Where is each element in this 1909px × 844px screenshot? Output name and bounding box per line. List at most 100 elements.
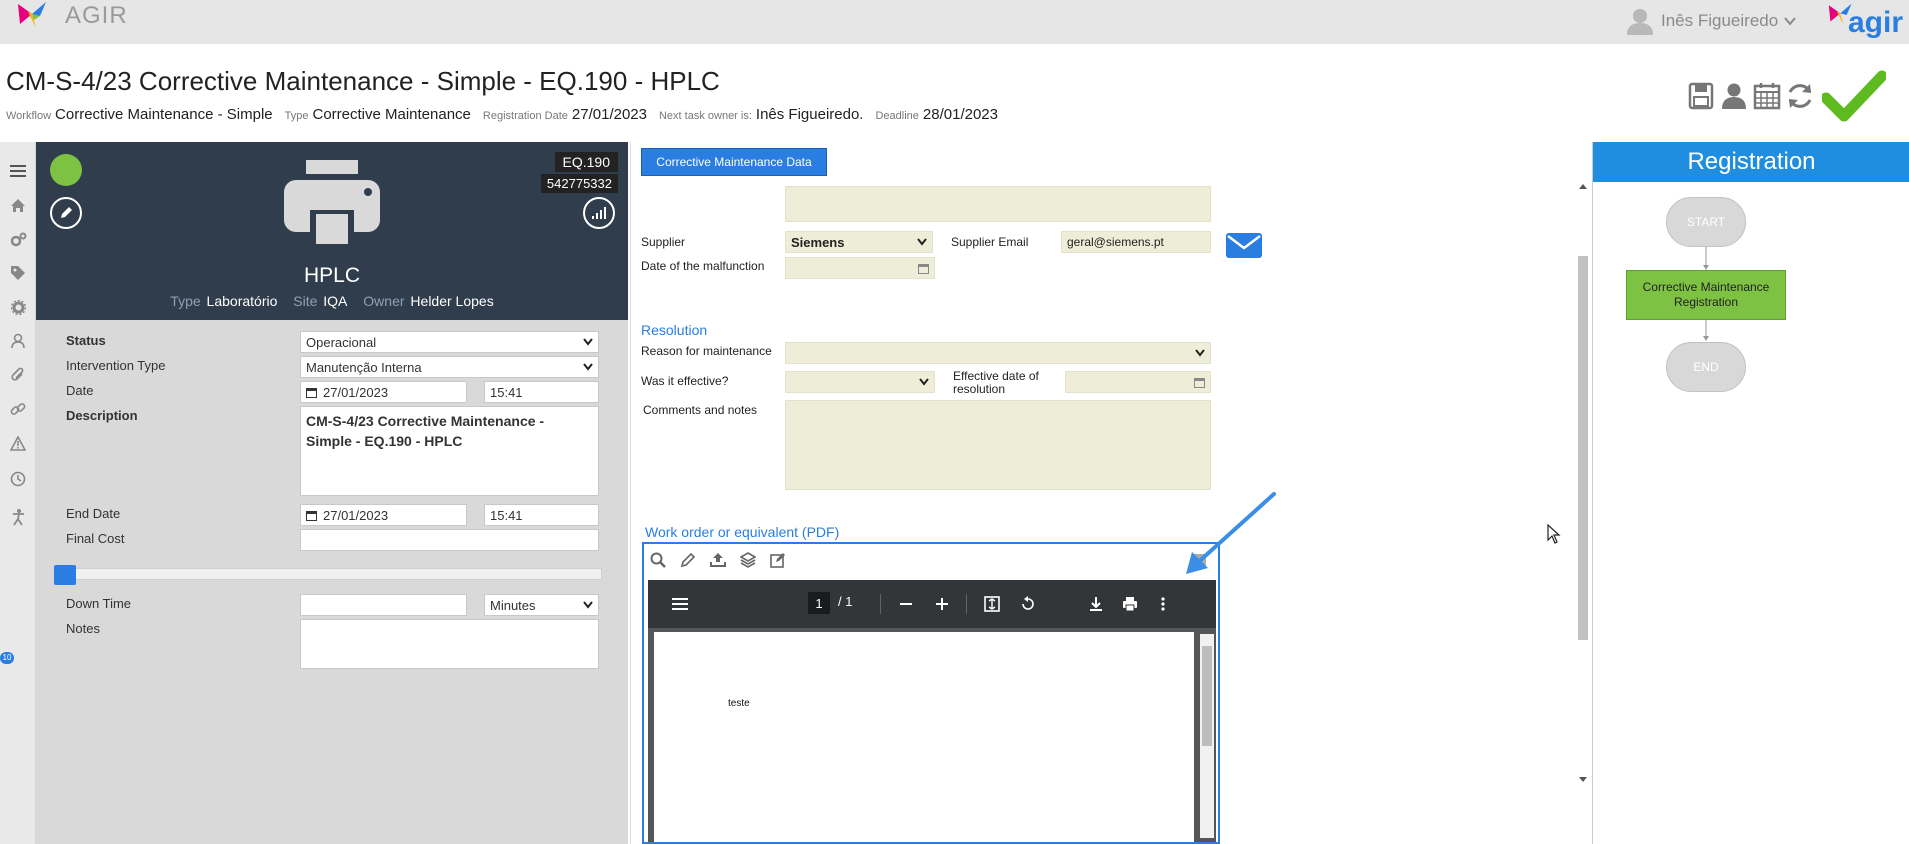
pdf-layers-button[interactable] <box>738 550 758 570</box>
status-select[interactable]: Operacional <box>300 331 599 353</box>
warning-icon <box>10 435 26 451</box>
time-input[interactable]: 15:41 <box>484 381 599 403</box>
nav-settings[interactable] <box>7 296 29 318</box>
equipment-serial: 542775332 <box>540 174 618 193</box>
slider-handle[interactable] <box>54 565 76 585</box>
pdf-annotate-button[interactable] <box>768 550 788 570</box>
notes-label: Notes <box>66 621 100 636</box>
search-icon <box>650 552 666 568</box>
pdf-rotate-button[interactable] <box>1016 592 1040 616</box>
equipment-owner-value: Helder Lopes <box>410 293 494 309</box>
gears-icon <box>10 232 26 246</box>
workflow-step-registration[interactable]: Corrective Maintenance Registration <box>1626 270 1786 320</box>
supplier-select[interactable]: Siemens <box>785 231 933 253</box>
nav-attachments[interactable] <box>7 364 29 386</box>
supplier-label: Supplier <box>641 235 686 249</box>
reason-select[interactable] <box>785 342 1211 364</box>
pdf-edit-button[interactable] <box>678 550 698 570</box>
calendar-icon <box>1194 377 1205 388</box>
final-cost-input[interactable] <box>300 529 599 551</box>
pdf-sidebar-toggle[interactable] <box>668 592 692 616</box>
pdf-fit-page-button[interactable] <box>980 592 1004 616</box>
date-input[interactable]: 27/01/2023 <box>300 381 467 403</box>
home-icon <box>11 198 25 212</box>
tab-corrective-maintenance-data[interactable]: Corrective Maintenance Data <box>641 148 827 176</box>
panel-scrollbar-thumb[interactable] <box>1578 256 1588 640</box>
effective-select[interactable] <box>785 371 935 393</box>
user-menu[interactable]: Inês Figueiredo <box>1625 7 1796 35</box>
supplier-email-value: geral@siemens.pt <box>1067 235 1164 249</box>
down-time-input[interactable] <box>300 594 467 616</box>
refresh-button[interactable] <box>1785 79 1815 113</box>
pdf-document-area: teste <box>648 628 1216 842</box>
workflow-end-node[interactable]: END <box>1666 342 1746 392</box>
user-avatar-icon <box>1627 9 1653 35</box>
chevron-down-icon <box>583 601 593 609</box>
chevron-down-icon <box>1784 17 1796 26</box>
end-time-input[interactable]: 15:41 <box>484 504 599 526</box>
end-date-label: End Date <box>66 506 121 521</box>
pdf-search-button[interactable] <box>648 550 668 570</box>
calendar-button[interactable] <box>1752 79 1782 113</box>
calendar-icon <box>1753 83 1781 110</box>
agir-bird-logo[interactable] <box>16 0 50 32</box>
pdf-toolbar: 1 / 1 <box>648 580 1216 628</box>
intervention-type-select[interactable]: Manutenção Interna <box>300 356 599 378</box>
pdf-more-button[interactable] <box>1151 592 1175 616</box>
nav-warnings[interactable] <box>7 432 29 454</box>
effective-date-input[interactable] <box>1065 371 1211 393</box>
meta-value-deadline: 28/01/2023 <box>922 106 998 123</box>
workflow-start-node[interactable]: START <box>1666 197 1746 247</box>
envelope-icon[interactable] <box>1224 230 1264 260</box>
contacts-icon <box>11 333 25 349</box>
pdf-page-input[interactable]: 1 <box>808 592 830 614</box>
effective-date-label: Effective date of resolution <box>953 369 1039 396</box>
assign-user-button[interactable] <box>1719 79 1749 113</box>
pdf-download-button[interactable] <box>1084 592 1108 616</box>
save-button[interactable] <box>1686 79 1716 113</box>
equipment-owner-label: Owner <box>363 293 405 309</box>
nav-accessibility[interactable] <box>7 506 29 528</box>
malfunction-date-input[interactable] <box>785 257 935 279</box>
description-textarea[interactable]: CM-S-4/23 Corrective Maintenance - Simpl… <box>300 406 599 496</box>
meta-value-next-owner: Inês Figueiredo. <box>755 106 864 123</box>
more-vertical-icon <box>1161 597 1165 611</box>
nav-home[interactable] <box>7 194 29 216</box>
print-icon <box>1123 597 1137 612</box>
equipment-code: EQ.190 <box>554 152 618 172</box>
equipment-metrics-button[interactable] <box>583 197 615 229</box>
panel-scrollbar[interactable] <box>1576 182 1590 842</box>
nav-history[interactable] <box>7 468 29 490</box>
supplier-email-input[interactable]: geral@siemens.pt <box>1061 231 1211 253</box>
chevron-down-icon <box>583 363 593 371</box>
top-text-field[interactable] <box>785 186 1211 222</box>
equipment-info: Type Laboratório Site IQA Owner Helder L… <box>36 293 628 309</box>
meta-value-type: Corrective Maintenance <box>312 106 471 123</box>
signal-bars-icon <box>592 207 606 219</box>
comments-textarea[interactable] <box>785 400 1211 490</box>
end-date-input[interactable]: 27/01/2023 <box>300 504 467 526</box>
top-bar: AGIR Inês Figueiredo agir <box>0 0 1909 44</box>
nav-menu[interactable] <box>7 160 29 182</box>
edit-equipment-button[interactable] <box>50 197 82 229</box>
pdf-zoom-out-button[interactable] <box>894 592 918 616</box>
pdf-print-button[interactable] <box>1118 592 1142 616</box>
checkmark-icon[interactable] <box>1822 70 1886 122</box>
pdf-zoom-in-button[interactable] <box>930 592 954 616</box>
pdf-scrollbar[interactable] <box>1200 634 1214 838</box>
equipment-status-indicator <box>50 154 82 186</box>
nav-tags[interactable] <box>7 262 29 284</box>
nav-equipment[interactable] <box>7 228 29 250</box>
calendar-icon <box>306 387 317 398</box>
slider-track[interactable] <box>56 568 602 580</box>
pdf-upload-button[interactable] <box>708 550 728 570</box>
pdf-scrollbar-thumb[interactable] <box>1202 646 1212 746</box>
meta-label-next-owner: Next task owner is: <box>658 110 752 122</box>
nav-links[interactable] <box>7 398 29 420</box>
supplier-email-label: Supplier Email <box>951 235 1029 249</box>
status-label: Status <box>66 333 106 348</box>
down-time-unit-select[interactable]: Minutes <box>484 594 599 616</box>
pdf-delete-button[interactable] <box>1194 552 1208 573</box>
notes-textarea[interactable] <box>300 619 599 669</box>
nav-contacts[interactable] <box>7 330 29 352</box>
